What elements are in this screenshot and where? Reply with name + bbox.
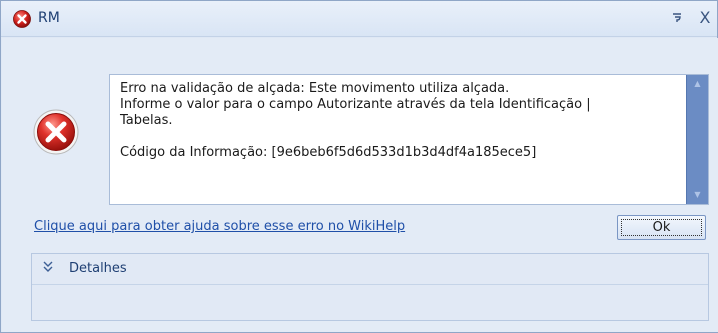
scroll-down-arrow-icon[interactable]: ▼ — [687, 188, 708, 202]
details-toggle[interactable]: Detalhes — [32, 254, 708, 285]
details-label: Detalhes — [69, 261, 127, 276]
help-button[interactable] — [667, 8, 687, 28]
title-bar[interactable]: RM X — [1, 1, 717, 37]
error-dialog: RM X Erro na validação de alçada: Este m… — [0, 0, 718, 333]
scroll-up-arrow-icon[interactable]: ▲ — [687, 77, 708, 91]
error-icon — [13, 10, 31, 28]
error-message-box[interactable]: Erro na validação de alçada: Este movime… — [109, 74, 709, 205]
ok-button[interactable]: Ok — [617, 215, 706, 240]
help-icon — [673, 13, 681, 22]
close-button[interactable]: X — [695, 8, 715, 28]
window-title: RM — [38, 10, 60, 26]
error-message-text: Erro na validação de alçada: Este movime… — [120, 81, 591, 160]
wikihelp-link[interactable]: Clique aqui para obter ajuda sobre esse … — [34, 219, 405, 234]
ok-button-label: Ok — [621, 219, 702, 236]
double-chevron-down-icon — [43, 261, 53, 276]
vertical-scrollbar[interactable]: ▲ ▼ — [686, 75, 708, 204]
details-panel: Detalhes — [31, 253, 709, 321]
error-icon — [33, 109, 79, 155]
